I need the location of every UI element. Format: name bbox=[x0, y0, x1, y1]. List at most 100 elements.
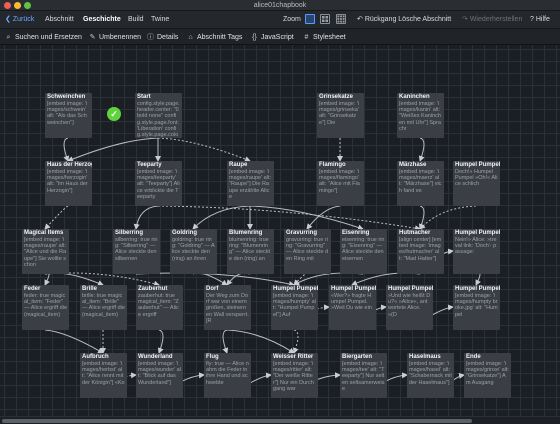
chevron-left-icon: ❮ bbox=[5, 16, 13, 23]
back-button[interactable]: ❮ Zurück bbox=[5, 11, 34, 28]
details-button[interactable]: ⓘ Details bbox=[146, 29, 178, 46]
passage-title: Wunderland bbox=[138, 354, 173, 360]
passage-card[interactable]: Märzhase [embed image: 'images/maerz' alt… bbox=[397, 161, 444, 206]
zoom-large-button[interactable] bbox=[305, 14, 315, 24]
passage-card[interactable]: Kaninchen [embed image: 'images/kanin' al… bbox=[397, 93, 444, 138]
details-label: Details bbox=[157, 34, 179, 41]
passage-link-arrow bbox=[44, 272, 50, 286]
passage-title: Schweinchen bbox=[47, 94, 86, 100]
undo-button[interactable]: ↶ Rückgang Lösche Abschnitt bbox=[357, 11, 451, 28]
passage-link-arrow bbox=[293, 272, 308, 286]
passage-card[interactable]: Haselmaus [embed image: 'images/hasel' al… bbox=[407, 353, 454, 398]
passage-link-arrow bbox=[226, 329, 295, 354]
javascript-label: JavaScript bbox=[261, 34, 294, 41]
passage-tags-label: Abschnitt Tags bbox=[197, 34, 243, 41]
passage-card[interactable]: Ende [embed image: 'images/grinse' alt: "… bbox=[464, 353, 511, 398]
passage-card[interactable]: Humpel Pumpel 1«Wer?» fragte Humpel Pump… bbox=[329, 285, 376, 330]
tab-build[interactable]: Build bbox=[128, 11, 144, 28]
passage-card[interactable]: Humpel Pumpel 4Nein!» Alice: »treval lin… bbox=[453, 229, 500, 274]
passage-card[interactable]: Silberring silberring: true ring: "Silber… bbox=[113, 229, 160, 274]
passage-card[interactable]: Schweinchen [embed image: 'images/schwein… bbox=[45, 93, 92, 138]
zoom-small-button[interactable] bbox=[336, 14, 346, 24]
grid-9-icon bbox=[337, 15, 345, 23]
tag-icon: ⌂ bbox=[188, 34, 193, 41]
passage-card[interactable]: Humpel Pumpel 3[embed image: 'images/hum… bbox=[453, 285, 500, 330]
passage-title: Raupe bbox=[229, 162, 248, 168]
passage-card[interactable]: Goldring goldring: true ring: "Goldring" … bbox=[170, 229, 217, 274]
passage-excerpt: Der Weg zum Dorf war von einem großen, s… bbox=[206, 293, 251, 324]
passage-link-arrow bbox=[249, 205, 364, 231]
passage-card[interactable]: Haus der Herzogin[embed image: 'images/h… bbox=[45, 161, 92, 206]
horizontal-scrollbar[interactable] bbox=[0, 416, 560, 424]
passage-title: Dorf bbox=[206, 286, 219, 292]
horizontal-scrollbar-thumb[interactable] bbox=[2, 419, 472, 423]
passage-title: Start bbox=[137, 94, 151, 100]
passage-title: Blumenring bbox=[229, 230, 263, 236]
passage-excerpt: Doch!» Humpel Pumpel »Oh!« Alice schlich bbox=[455, 169, 498, 188]
passage-card[interactable]: Raupe [embed image: 'images/raupe' alt: "… bbox=[227, 161, 274, 206]
passage-card[interactable]: Magical Items [embed image: 'images/raupe… bbox=[22, 229, 69, 274]
story-map-canvas[interactable]: Schweinchen [embed image: 'images/schwein… bbox=[0, 45, 560, 416]
passage-excerpt: gravurring: true ring: "Gravurring" — Al… bbox=[286, 237, 329, 262]
passage-card[interactable]: Flamingo [embed image: 'images/flamingo' … bbox=[317, 161, 364, 206]
passage-excerpt: [embed image: 'images/tee' alt: "Teepart… bbox=[342, 361, 385, 392]
search-replace-button[interactable]: ⌕ Suchen und Ersetzen bbox=[4, 29, 82, 46]
passage-card[interactable]: Dorf Der Weg zum Dorf war von einem große… bbox=[204, 285, 251, 330]
passage-excerpt: fly: true — Alice nahm die Feder in ihre… bbox=[206, 361, 249, 386]
passage-title: Flug bbox=[206, 354, 219, 360]
passage-card[interactable]: Humpel Pumpel [embed image: 'images/humpt… bbox=[271, 285, 318, 330]
main-toolbar: ❮ Zurück Abschnitt Geschichte Build Twin… bbox=[0, 11, 560, 28]
passage-title: Humpel Pumpel bbox=[273, 286, 318, 292]
tab-geschichte[interactable]: Geschichte bbox=[83, 11, 121, 28]
passage-excerpt: zauberhut: true magical_item: "Zauberhut… bbox=[138, 293, 179, 318]
passage-card[interactable]: Aufbruch [embed image: 'images/herbst' al… bbox=[80, 353, 127, 398]
tab-twine[interactable]: Twine bbox=[151, 11, 169, 28]
passage-title: Teeparty bbox=[137, 162, 162, 168]
passage-card[interactable]: Hutmacher [align center] [embed image: 'i… bbox=[397, 229, 444, 274]
passage-tags-button[interactable]: ⌂ Abschnitt Tags bbox=[186, 29, 242, 46]
passage-title: Haselmaus bbox=[409, 354, 441, 360]
passage-link-arrow bbox=[475, 272, 481, 286]
passage-excerpt: [embed image: 'images/wunder' alt: "Blic… bbox=[138, 361, 181, 386]
passage-card[interactable]: Teeparty [embed image: 'images/teeparty' … bbox=[135, 161, 182, 206]
passage-title: Aufbruch bbox=[82, 354, 109, 360]
passage-link-arrow bbox=[292, 329, 299, 354]
passage-card[interactable]: Feder feder: true magical_item: "Feder" —… bbox=[22, 285, 69, 330]
passage-card[interactable]: Humpel Pumpel 5Doch!» Humpel Pumpel »Oh!… bbox=[453, 161, 500, 206]
passage-excerpt: [embed image: 'images/raupe' alt: "Alice… bbox=[24, 237, 68, 268]
passage-title: Zauberhut bbox=[138, 286, 168, 292]
passage-card[interactable]: Flug fly: true — Alice nahm die Feder in … bbox=[204, 353, 251, 398]
passage-card[interactable]: Biergarten [embed image: 'images/tee' alt… bbox=[340, 353, 387, 398]
passage-excerpt: eisenring: true ring: "Eisenring" — Alic… bbox=[342, 237, 386, 262]
zoom-medium-button[interactable] bbox=[320, 14, 330, 24]
passage-title: Humpel Pumpel 5 bbox=[455, 162, 500, 168]
pencil-icon: ✎ bbox=[89, 34, 96, 41]
tab-abschnitt[interactable]: Abschnitt bbox=[45, 11, 74, 28]
rename-button[interactable]: ✎ Umbenennen bbox=[88, 29, 141, 46]
passage-excerpt: blumenring: true ring: "Blumenring" — Al… bbox=[229, 237, 271, 262]
back-label: Zurück bbox=[12, 16, 35, 23]
passage-card[interactable]: Zauberhut zauberhut: true magical_item: "… bbox=[136, 285, 183, 330]
passage-excerpt: [embed image: 'images/grinse' alt: "Grin… bbox=[466, 361, 511, 386]
passage-card[interactable]: Gravurring gravurring: true ring: "Gravur… bbox=[284, 229, 331, 274]
passage-card[interactable]: Brille brille: true magical_item: "Brille… bbox=[80, 285, 127, 330]
passage-excerpt: feder: true magical_item: "Feder" — Alic… bbox=[24, 293, 69, 318]
passage-card[interactable]: Grinsekatze [embed image: 'images/grinsek… bbox=[317, 93, 364, 138]
passage-card[interactable]: Weisser Ritter [embed image: 'images/ritt… bbox=[271, 353, 318, 398]
search-replace-label: Suchen und Ersetzen bbox=[15, 34, 82, 41]
passage-card[interactable]: Wunderland [embed image: 'images/wunder' … bbox=[136, 353, 183, 398]
passage-link-arrow bbox=[418, 137, 425, 162]
passage-excerpt: [embed image: 'images/flamingo' alt: "Al… bbox=[319, 169, 361, 194]
passage-excerpt: goldring: true ring: "Goldring" — Alice … bbox=[172, 237, 215, 262]
stylesheet-button[interactable]: # Stylesheet bbox=[302, 29, 346, 46]
passage-excerpt: [embed image: 'images/herbst' alt: "Alic… bbox=[82, 361, 125, 386]
passage-link-arrow bbox=[44, 272, 160, 287]
passage-excerpt: [align center] [embed image: 'images/hut… bbox=[399, 237, 442, 262]
javascript-button[interactable]: {} JavaScript bbox=[250, 29, 294, 46]
help-button[interactable]: ? Hilfe bbox=[530, 11, 550, 28]
redo-button[interactable]: ↷ Wiederherstellen bbox=[462, 11, 522, 28]
passage-card[interactable]: Humpel Pumpel 2»Und wie heißt Du?« »Alic… bbox=[386, 285, 433, 330]
passage-card[interactable]: Eisenring eisenring: true ring: "Eisenrin… bbox=[340, 229, 387, 274]
passage-card[interactable]: Blumenring blumenring: true ring: "Blumen… bbox=[227, 229, 274, 274]
passage-card[interactable]: Start config.style.page.header.center: "0… bbox=[135, 93, 182, 138]
